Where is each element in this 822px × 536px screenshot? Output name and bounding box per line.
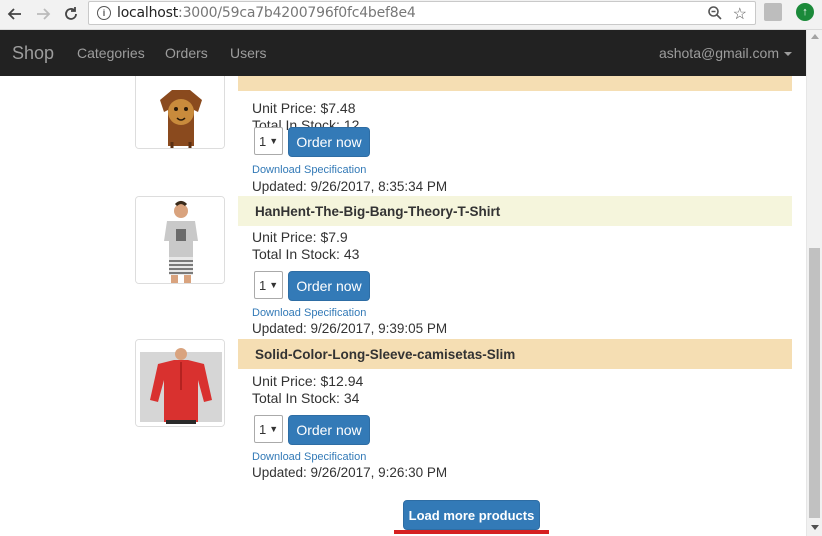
top-navbar: Shop Categories Orders Users ashota@gmai… [0, 30, 806, 76]
product-title[interactable] [238, 76, 792, 91]
download-spec-link[interactable]: Download Specification [252, 164, 366, 176]
brand-link[interactable]: Shop [12, 43, 54, 64]
unit-price: Unit Price: $7.48 [252, 100, 356, 116]
browser-toolbar: i localhost:3000/59ca7b4200796f0fc4bef8e… [0, 0, 822, 30]
updated-timestamp: Updated: 9/26/2017, 9:39:05 PM [252, 321, 448, 336]
nav-users[interactable]: Users [230, 45, 267, 61]
order-now-button[interactable]: Order now [288, 127, 370, 157]
url-path: :3000/59ca7b4200796f0fc4bef8e4 [178, 5, 416, 21]
update-arrow-icon[interactable]: ↑ [796, 3, 814, 21]
updated-timestamp: Updated: 9/26/2017, 9:26:30 PM [252, 465, 448, 480]
user-dropdown[interactable]: ashota@gmail.com [659, 45, 792, 61]
product-image-bigbang-shirt[interactable] [135, 196, 225, 284]
dropdown-arrow-icon: ▼ [269, 424, 279, 434]
dropdown-arrow-icon: ▼ [269, 136, 279, 146]
quantity-select[interactable]: 1 ▼ [254, 415, 283, 443]
back-icon[interactable] [4, 3, 26, 25]
info-icon[interactable]: i [97, 6, 111, 20]
product-title[interactable]: Solid-Color-Long-Sleeve-camisetas-Slim [238, 339, 792, 369]
forward-icon[interactable] [32, 3, 54, 25]
quantity-value: 1 [259, 133, 267, 149]
user-email: ashota@gmail.com [658, 45, 779, 61]
zoom-icon[interactable] [707, 5, 723, 24]
scrollbar-thumb[interactable] [809, 248, 820, 518]
extension-icon[interactable] [764, 3, 782, 21]
load-more-button[interactable]: Load more products [403, 500, 540, 530]
url-host: localhost [117, 5, 179, 21]
download-spec-link[interactable]: Download Specification [252, 307, 366, 319]
stock-count: Total In Stock: 43 [252, 246, 360, 262]
download-spec-link[interactable]: Download Specification [252, 451, 366, 463]
updated-timestamp: Updated: 9/26/2017, 8:35:34 PM [252, 179, 448, 194]
reload-icon[interactable] [60, 3, 82, 25]
caret-down-icon [784, 52, 792, 57]
quantity-value: 1 [259, 277, 267, 293]
product-title[interactable]: HanHent-The-Big-Bang-Theory-T-Shirt [238, 196, 792, 226]
bookmark-star-icon[interactable]: ☆ [733, 4, 747, 24]
scroll-down-icon[interactable] [811, 525, 819, 530]
product-image-red-shirt[interactable] [135, 339, 225, 427]
highlight-underline [394, 530, 549, 534]
nav-orders[interactable]: Orders [165, 45, 208, 61]
address-bar[interactable]: i localhost:3000/59ca7b4200796f0fc4bef8e… [88, 1, 756, 25]
page-scrollbar[interactable] [806, 30, 822, 536]
unit-price: Unit Price: $7.9 [252, 229, 348, 245]
quantity-value: 1 [259, 421, 267, 437]
quantity-select[interactable]: 1 ▼ [254, 127, 283, 155]
nav-categories[interactable]: Categories [77, 45, 145, 61]
dropdown-arrow-icon: ▼ [269, 280, 279, 290]
product-image-lion-shirt[interactable] [135, 76, 225, 149]
order-now-button[interactable]: Order now [288, 271, 370, 301]
order-now-button[interactable]: Order now [288, 415, 370, 445]
scroll-up-icon[interactable] [811, 34, 819, 39]
stock-count: Total In Stock: 34 [252, 390, 360, 406]
quantity-select[interactable]: 1 ▼ [254, 271, 283, 299]
unit-price: Unit Price: $12.94 [252, 373, 364, 389]
product-list: Unit Price: $7.48 Total In Stock: 12 1 ▼ … [0, 76, 806, 536]
